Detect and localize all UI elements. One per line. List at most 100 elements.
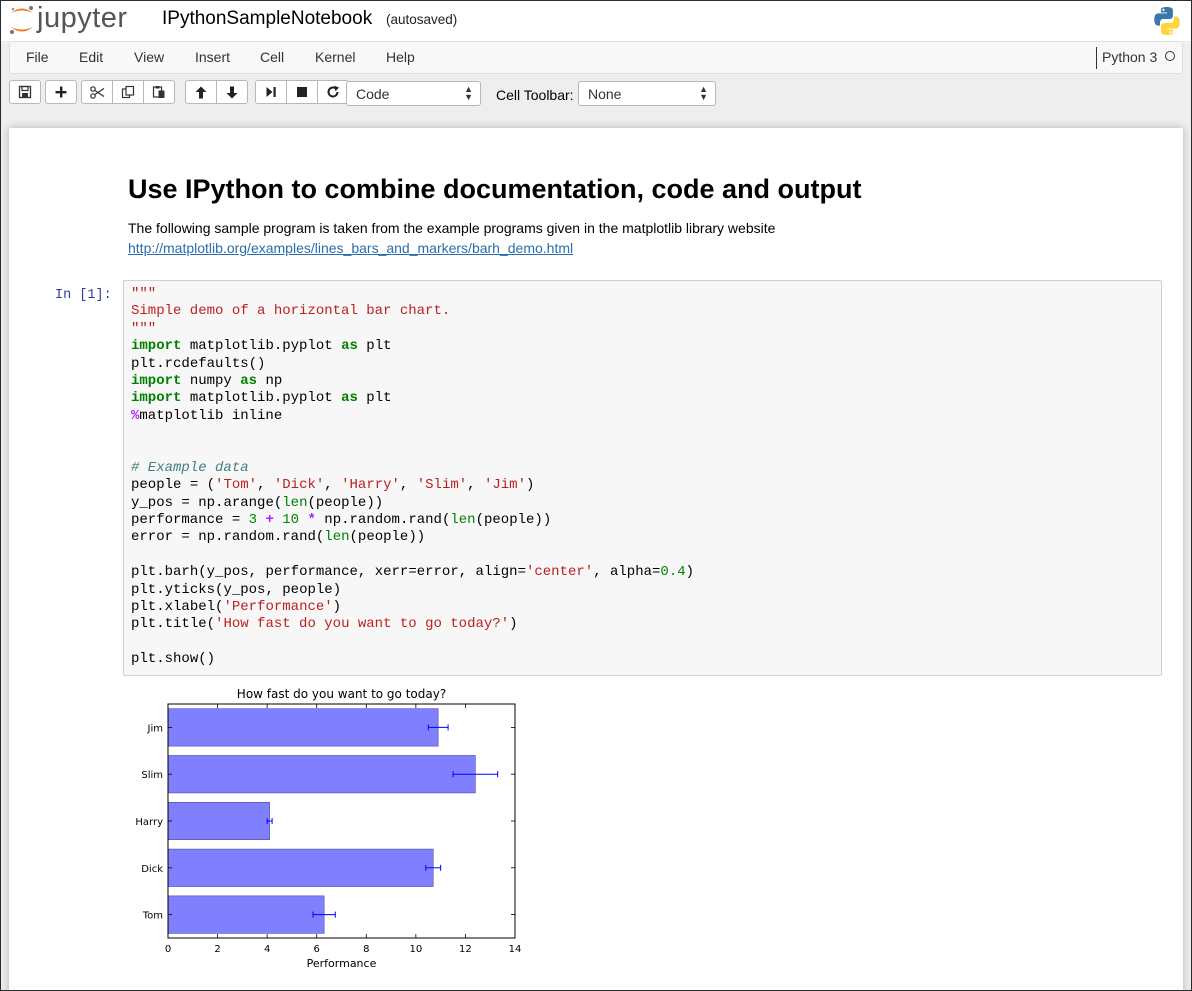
code-line: """ [131,321,694,338]
arrow-up-icon [195,86,207,99]
run-cell-button[interactable] [255,80,287,104]
kernel-separator [1096,47,1097,69]
code-line: Simple demo of a horizontal bar chart. [131,303,694,320]
x-tick-label: 14 [509,944,522,955]
x-tick-label: 12 [459,944,472,955]
bar [168,896,324,933]
code-line [131,425,694,442]
arrow-down-icon [226,86,238,99]
menu-edit[interactable]: Edit [79,49,103,65]
cell-toolbar-value: None [588,86,621,102]
y-tick-label: Dick [141,864,163,875]
code-line: plt.show() [131,651,694,668]
jupyter-logo-icon [7,3,37,37]
toolbar-group-save [9,80,40,106]
cell-toolbar-select[interactable]: None ▲▼ [578,81,716,106]
cell-type-select[interactable]: Code ▲▼ [346,81,481,106]
move-down-button[interactable] [216,80,248,104]
code-line: plt.barh(y_pos, performance, xerr=error,… [131,564,694,581]
notebook-container: Use IPython to combine documentation, co… [9,128,1183,991]
code-line: y_pos = np.arange(len(people)) [131,495,694,512]
jupyter-logo[interactable]: jupyter [7,3,147,37]
cut-button[interactable] [81,80,113,104]
toolbar-group-edit [81,80,174,106]
copy-button[interactable] [112,80,144,104]
select-arrows-icon: ▲▼ [464,85,473,101]
paste-button[interactable] [143,80,175,104]
x-tick-label: 4 [264,944,270,955]
menubar: File Edit View Insert Cell Kernel Help P… [9,41,1183,74]
code-line: plt.title('How fast do you want to go to… [131,616,694,633]
x-tick-label: 10 [409,944,422,955]
code-line: import matplotlib.pyplot as plt [131,338,694,355]
copy-icon [121,85,135,99]
scissors-icon [90,86,105,99]
matplotlib-example-link[interactable]: http://matplotlib.org/examples/lines_bar… [128,240,573,256]
move-up-button[interactable] [185,80,217,104]
bar-chart: How fast do you want to go today? Tom Dick… [129,681,549,981]
code-lines: """Simple demo of a horizontal bar chart… [131,286,694,669]
autosave-status: (autosaved) [386,12,457,27]
stop-icon [296,86,308,98]
code-line: performance = 3 + 10 * np.random.rand(le… [131,512,694,529]
toolbar: Code ▲▼ Cell Toolbar: None ▲▼ [1,75,1191,113]
code-line: people = ('Tom', 'Dick', 'Harry', 'Slim'… [131,477,694,494]
bar [168,709,438,746]
python-logo-icon [1151,5,1183,37]
cell-type-value: Code [356,86,389,102]
code-cell-editor[interactable]: """Simple demo of a horizontal bar chart… [123,280,1162,676]
logo-text: jupyter [37,2,128,35]
y-tick-label: Tom [142,911,163,922]
insert-cell-button[interactable] [45,80,77,104]
bar [168,755,475,792]
plus-icon [55,86,67,98]
code-line: plt.xlabel('Performance') [131,599,694,616]
x-axis-label: Performance [307,957,377,970]
bar [168,802,270,839]
menu-view[interactable]: View [134,49,164,65]
code-line: plt.yticks(y_pos, people) [131,582,694,599]
save-icon [18,85,32,99]
code-line: # Example data [131,460,694,477]
notebook-header: jupyter IPythonSampleNotebook (autosaved… [1,1,1191,41]
y-tick-label: Slim [141,770,163,781]
menu-cell[interactable]: Cell [260,49,284,65]
select-arrows-icon: ▲▼ [699,85,708,101]
menu-insert[interactable]: Insert [195,49,230,65]
y-tick-label: Harry [135,817,163,828]
code-line [131,547,694,564]
save-button[interactable] [9,80,41,104]
code-line: plt.rcdefaults() [131,356,694,373]
notebook-title[interactable]: IPythonSampleNotebook [162,8,372,30]
kernel-idle-indicator [1165,51,1175,61]
x-tick-label: 8 [363,944,369,955]
paste-icon [152,85,166,99]
step-forward-icon [265,86,277,98]
code-line: """ [131,286,694,303]
menu-kernel[interactable]: Kernel [315,49,355,65]
toolbar-group-move [185,80,247,106]
code-line: %matplotlib inline [131,408,694,425]
restart-icon [326,85,340,99]
menu-file[interactable]: File [26,49,49,65]
menu-help[interactable]: Help [386,49,415,65]
interrupt-button[interactable] [286,80,318,104]
kernel-name: Python 3 [1102,49,1157,65]
code-line: import numpy as np [131,373,694,390]
x-tick-label: 6 [314,944,320,955]
markdown-heading: Use IPython to combine documentation, co… [128,174,862,205]
cell-toolbar-label: Cell Toolbar: [496,87,574,103]
input-prompt: In [1]: [55,288,112,303]
browser-frame: jupyter IPythonSampleNotebook (autosaved… [0,0,1192,991]
code-line: import matplotlib.pyplot as plt [131,390,694,407]
code-line: error = np.random.rand(len(people)) [131,529,694,546]
x-tick-label: 0 [165,944,171,955]
markdown-paragraph: The following sample program is taken fr… [128,220,775,236]
code-line [131,634,694,651]
x-tick-label: 2 [214,944,220,955]
code-line [131,443,694,460]
y-tick-label: Jim [147,723,163,734]
toolbar-group-insert [45,80,76,106]
restart-button[interactable] [317,80,349,104]
chart-title: How fast do you want to go today? [237,687,446,701]
